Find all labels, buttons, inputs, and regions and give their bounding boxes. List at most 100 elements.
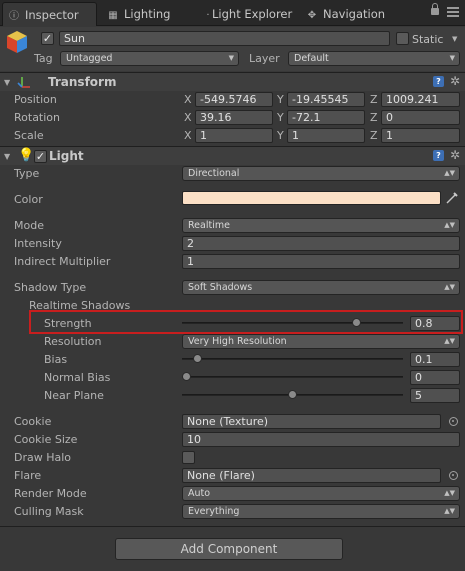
fold-arrow-icon[interactable]: ▼ bbox=[4, 151, 10, 163]
tab-lighting-label: Lighting bbox=[124, 7, 171, 21]
color-swatch[interactable] bbox=[182, 191, 441, 205]
add-component-button[interactable]: Add Component bbox=[115, 538, 343, 560]
resolution-dropdown[interactable]: Very High Resolution ▲▼ bbox=[182, 334, 460, 349]
static-dropdown-arrow[interactable]: ▼ bbox=[452, 33, 457, 46]
rotation-x-input[interactable]: 39.16 bbox=[195, 110, 273, 125]
light-enabled-checkbox[interactable]: ✓ bbox=[34, 150, 47, 163]
rotation-x-axis[interactable]: X bbox=[184, 111, 192, 124]
type-value: Directional bbox=[188, 168, 240, 179]
rotation-label: Rotation bbox=[14, 111, 61, 124]
lock-icon[interactable] bbox=[431, 3, 439, 15]
scale-x-input[interactable]: 1 bbox=[195, 128, 273, 143]
normal-bias-slider-track[interactable] bbox=[182, 376, 403, 378]
shadow-type-value: Soft Shadows bbox=[188, 282, 253, 293]
scale-z-axis[interactable]: Z bbox=[370, 129, 378, 142]
scale-y-axis[interactable]: Y bbox=[277, 129, 284, 142]
chevron-down-icon: ▼ bbox=[228, 54, 234, 62]
indirect-multiplier-input[interactable]: 1 bbox=[182, 254, 460, 269]
draw-halo-checkbox[interactable] bbox=[182, 451, 195, 464]
tag-value: Untagged bbox=[66, 53, 113, 64]
resolution-label: Resolution bbox=[44, 335, 102, 348]
mode-value: Realtime bbox=[188, 220, 230, 231]
cookie-size-input[interactable]: 10 bbox=[182, 432, 460, 447]
normal-bias-label: Normal Bias bbox=[44, 371, 111, 384]
layer-dropdown[interactable]: Default ▼ bbox=[288, 51, 460, 66]
tab-light-explorer[interactable]: · Light Explorer bbox=[204, 2, 304, 26]
active-checkbox[interactable]: ✓ bbox=[41, 32, 54, 45]
mode-label: Mode bbox=[14, 219, 44, 232]
tab-inspector[interactable]: ⓘ Inspector bbox=[2, 2, 97, 26]
transform-header[interactable]: ▼ Transform ? ✲ bbox=[0, 72, 465, 91]
light-bulb-icon: 💡 bbox=[18, 148, 35, 163]
resolution-value: Very High Resolution bbox=[188, 336, 287, 347]
near-plane-slider-thumb[interactable] bbox=[288, 390, 297, 399]
rotation-z-axis[interactable]: Z bbox=[370, 111, 378, 124]
light-title: Light bbox=[49, 149, 84, 163]
scale-z-input[interactable]: 1 bbox=[381, 128, 460, 143]
tab-inspector-label: Inspector bbox=[25, 8, 79, 22]
layer-value: Default bbox=[294, 53, 329, 64]
shadow-type-label: Shadow Type bbox=[14, 281, 87, 294]
static-checkbox[interactable] bbox=[396, 32, 409, 45]
chevron-down-icon: ▲▼ bbox=[444, 507, 455, 515]
render-mode-label: Render Mode bbox=[14, 487, 87, 500]
normal-bias-slider-thumb[interactable] bbox=[182, 372, 191, 381]
strength-highlight-box bbox=[29, 310, 463, 334]
static-label: Static bbox=[412, 33, 444, 46]
lighting-grid-icon: ▦ bbox=[108, 10, 118, 21]
culling-mask-dropdown[interactable]: Everything ▲▼ bbox=[182, 504, 460, 519]
tag-dropdown[interactable]: Untagged ▼ bbox=[60, 51, 239, 66]
position-z-input[interactable]: 1009.241 bbox=[381, 92, 460, 107]
scale-x-axis[interactable]: X bbox=[184, 129, 192, 142]
mode-dropdown[interactable]: Realtime ▲▼ bbox=[182, 218, 460, 233]
bias-input[interactable]: 0.1 bbox=[410, 352, 460, 367]
rotation-z-input[interactable]: 0 bbox=[381, 110, 460, 125]
light-header[interactable]: ▼ 💡 ✓ Light ? ✲ bbox=[0, 146, 465, 165]
eyedropper-icon[interactable] bbox=[446, 192, 458, 204]
type-dropdown[interactable]: Directional ▲▼ bbox=[182, 166, 460, 181]
object-name-input[interactable]: Sun bbox=[59, 31, 390, 46]
chevron-down-icon: ▲▼ bbox=[444, 169, 455, 177]
flare-field[interactable]: None (Flare) bbox=[182, 468, 441, 483]
draw-halo-label: Draw Halo bbox=[14, 451, 72, 464]
object-picker-icon[interactable] bbox=[449, 471, 458, 480]
position-label: Position bbox=[14, 93, 57, 106]
color-label: Color bbox=[14, 193, 43, 206]
shadow-type-dropdown[interactable]: Soft Shadows ▲▼ bbox=[182, 280, 460, 295]
object-picker-icon[interactable] bbox=[449, 417, 458, 426]
menu-icon[interactable] bbox=[447, 7, 459, 17]
bias-slider-thumb[interactable] bbox=[192, 354, 202, 363]
rotation-y-axis[interactable]: Y bbox=[277, 111, 284, 124]
light-explorer-icon: · bbox=[206, 10, 210, 21]
chevron-down-icon: ▲▼ bbox=[444, 337, 455, 345]
chevron-down-icon: ▼ bbox=[449, 54, 455, 62]
position-y-axis[interactable]: Y bbox=[277, 93, 284, 106]
help-icon[interactable]: ? bbox=[433, 76, 444, 87]
normal-bias-input[interactable]: 0 bbox=[410, 370, 460, 385]
navigation-icon: ✥ bbox=[307, 10, 317, 21]
gear-icon[interactable]: ✲ bbox=[450, 75, 460, 87]
scale-y-input[interactable]: 1 bbox=[287, 128, 365, 143]
tab-lighting[interactable]: ▦ Lighting bbox=[106, 2, 196, 26]
tab-navigation[interactable]: ✥ Navigation bbox=[305, 2, 405, 26]
near-plane-input[interactable]: 5 bbox=[410, 388, 460, 403]
bias-slider-track[interactable] bbox=[182, 358, 403, 360]
culling-mask-label: Culling Mask bbox=[14, 505, 84, 518]
render-mode-dropdown[interactable]: Auto ▲▼ bbox=[182, 486, 460, 501]
near-plane-label: Near Plane bbox=[44, 389, 104, 402]
tab-bar: ⓘ Inspector ▦ Lighting · Light Explorer ✥ Na… bbox=[0, 0, 465, 26]
help-icon[interactable]: ? bbox=[433, 150, 444, 161]
position-y-input[interactable]: -19.45545 bbox=[287, 92, 365, 107]
rotation-y-input[interactable]: -72.1 bbox=[287, 110, 365, 125]
cookie-label: Cookie bbox=[14, 415, 52, 428]
scale-label: Scale bbox=[14, 129, 44, 142]
gear-icon[interactable]: ✲ bbox=[450, 149, 460, 161]
position-x-input[interactable]: -549.5746 bbox=[195, 92, 273, 107]
cookie-field[interactable]: None (Texture) bbox=[182, 414, 441, 429]
position-z-axis[interactable]: Z bbox=[370, 93, 378, 106]
transform-axes-icon bbox=[17, 77, 30, 88]
position-x-axis[interactable]: X bbox=[184, 93, 192, 106]
fold-arrow-icon[interactable]: ▼ bbox=[4, 77, 10, 89]
layer-label: Layer bbox=[249, 52, 280, 65]
intensity-input[interactable]: 2 bbox=[182, 236, 460, 251]
